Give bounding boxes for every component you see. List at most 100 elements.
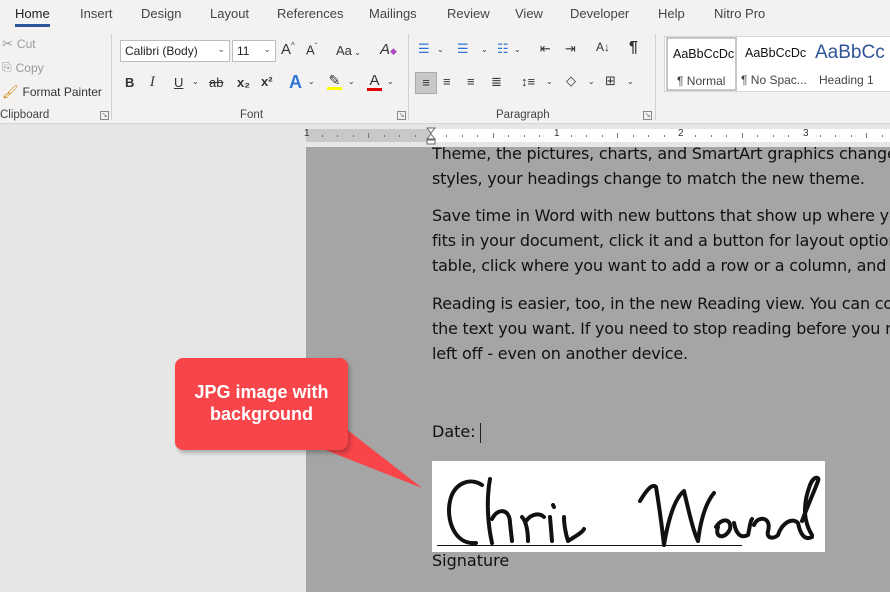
underline-dropdown-icon[interactable]: ⌄	[192, 77, 199, 86]
indent-marker-icon[interactable]	[426, 127, 436, 145]
style-preview: AaBbCcDc	[745, 46, 807, 60]
highlight-pen-icon[interactable]: ✎	[327, 72, 342, 90]
text-effects-icon[interactable]: A	[289, 72, 302, 93]
grow-font-icon[interactable]: A^	[281, 41, 295, 58]
callout-text-line: JPG image with	[194, 382, 329, 402]
chevron-down-icon[interactable]: ⌄	[308, 77, 315, 86]
change-case-button[interactable]: Aa ⌄	[336, 43, 361, 58]
underline-button[interactable]: U	[174, 75, 183, 90]
chevron-down-icon[interactable]: ⌄	[546, 77, 553, 86]
font-size-value: 11	[237, 44, 250, 58]
chevron-down-icon[interactable]: ⌄	[437, 45, 444, 54]
align-left-button[interactable]: ≡	[415, 72, 437, 94]
font-name-select[interactable]: Calibri (Body) ⌄	[120, 40, 230, 62]
copy-label: Copy	[15, 60, 44, 75]
show-formatting-marks-button[interactable]: ¶	[629, 39, 638, 57]
chevron-down-icon: ⌄	[217, 44, 225, 54]
paragraph-dialog-launcher[interactable]: ↘	[643, 111, 652, 120]
shading-icon[interactable]: ◇	[566, 73, 576, 89]
ruler-tick	[711, 135, 712, 137]
style-no-spacing[interactable]: AaBbCcDc ¶ No Spac...	[739, 37, 811, 91]
chevron-down-icon[interactable]: ⌄	[588, 77, 595, 86]
superscript-button[interactable]: x²	[261, 74, 273, 89]
copy-button[interactable]: ⎘ Copy	[2, 60, 44, 75]
ruler-tick	[368, 133, 369, 138]
ruler-tick	[586, 135, 587, 137]
ruler-tick	[415, 135, 416, 137]
sort-icon[interactable]: A↓	[596, 40, 610, 54]
ruler-tick	[851, 135, 852, 137]
horizontal-ruler[interactable]: 1 1 2 3	[0, 125, 890, 147]
ruler-number: 1	[554, 128, 560, 139]
line-spacing-icon[interactable]: ↕≡	[521, 74, 535, 89]
signature-label: Signature	[432, 551, 510, 570]
shrink-font-icon[interactable]: Aˇ	[306, 42, 317, 57]
italic-button[interactable]: I	[150, 75, 155, 90]
ruler-number: 1	[304, 128, 310, 139]
ruler-tick	[524, 135, 525, 137]
paragraph-group-label: Paragraph	[496, 109, 550, 121]
text-line: table, click where you want to add a row…	[432, 256, 890, 275]
borders-icon[interactable]: ⊞	[605, 73, 616, 89]
tab-insert[interactable]: Insert	[80, 6, 113, 21]
cut-button[interactable]: ✂ Cut	[2, 36, 36, 52]
chevron-down-icon[interactable]: ⌄	[481, 45, 488, 54]
date-field[interactable]: Date:	[432, 422, 481, 443]
document-page[interactable]: Theme, the pictures, charts, and SmartAr…	[306, 147, 890, 592]
chevron-down-icon[interactable]: ⌄	[514, 45, 521, 54]
copy-icon: ⎘	[2, 60, 12, 74]
tab-developer[interactable]: Developer	[570, 6, 629, 21]
paragraph-1: Theme, the pictures, charts, and SmartAr…	[432, 147, 890, 191]
subscript-button[interactable]: x₂	[237, 75, 250, 90]
scissors-icon: ✂	[2, 36, 13, 51]
chevron-down-icon[interactable]: ⌄	[387, 77, 394, 86]
text-cursor	[479, 422, 481, 443]
style-name: ¶ No Spac...	[741, 73, 807, 87]
signature-image[interactable]	[432, 461, 825, 552]
chevron-down-icon[interactable]: ⌄	[348, 77, 355, 86]
style-heading-1[interactable]: AaBbCc Heading 1	[811, 37, 890, 91]
style-normal[interactable]: AaBbCcDc ¶ Normal	[666, 37, 737, 91]
ruler-tick	[726, 135, 727, 137]
tab-design[interactable]: Design	[141, 6, 181, 21]
ruler-tick	[399, 135, 400, 137]
tab-review[interactable]: Review	[447, 6, 490, 21]
justify-button[interactable]: ≣	[491, 74, 502, 90]
ruler-tick	[820, 135, 821, 137]
font-name-value: Calibri (Body)	[125, 44, 198, 58]
tab-view[interactable]: View	[515, 6, 543, 21]
ruler-tick	[835, 135, 836, 137]
clear-formatting-icon[interactable]: A◆	[380, 41, 397, 58]
tab-layout[interactable]: Layout	[210, 6, 249, 21]
paintbrush-icon: 🖌	[2, 84, 19, 99]
font-dialog-launcher[interactable]: ↘	[397, 111, 406, 120]
ruler-tick	[773, 135, 774, 137]
tab-nitro-pro[interactable]: Nitro Pro	[714, 6, 765, 21]
tab-references[interactable]: References	[277, 6, 343, 21]
increase-indent-icon[interactable]: ⇥	[565, 41, 576, 57]
ruler-tick	[477, 135, 478, 137]
numbering-icon[interactable]: ☰	[457, 41, 469, 57]
strikethrough-button[interactable]: ab	[209, 75, 223, 90]
bold-button[interactable]: B	[125, 75, 134, 90]
chevron-down-icon[interactable]: ⌄	[627, 77, 634, 86]
tab-help[interactable]: Help	[658, 6, 685, 21]
format-painter-button[interactable]: 🖌 Format Painter	[2, 84, 102, 100]
group-divider	[111, 34, 112, 120]
ruler-tick	[539, 135, 540, 137]
tab-mailings[interactable]: Mailings	[369, 6, 417, 21]
ribbon: ✂ Cut ⎘ Copy 🖌 Format Painter Clipboard …	[0, 30, 890, 124]
align-center-button[interactable]: ≡	[443, 74, 451, 89]
decrease-indent-icon[interactable]: ⇤	[540, 41, 551, 57]
bullets-icon[interactable]: ☰	[418, 41, 430, 57]
font-color-icon[interactable]: A	[367, 72, 382, 91]
font-size-select[interactable]: 11 ⌄	[232, 40, 276, 62]
multilevel-list-icon[interactable]: ☷	[497, 41, 509, 57]
text-line: Reading is easier, too, in the new Readi…	[432, 294, 890, 313]
align-right-button[interactable]: ≡	[467, 74, 475, 89]
font-color-bar	[367, 88, 382, 91]
tab-home[interactable]: Home	[15, 6, 50, 27]
style-preview: AaBbCc	[815, 42, 885, 63]
ruler-number: 3	[803, 128, 809, 139]
clipboard-dialog-launcher[interactable]: ↘	[100, 111, 109, 120]
